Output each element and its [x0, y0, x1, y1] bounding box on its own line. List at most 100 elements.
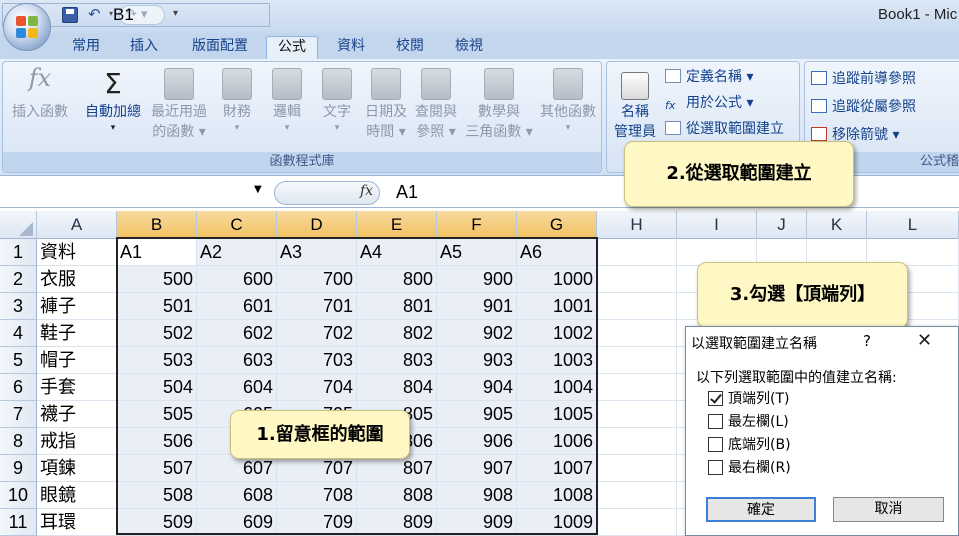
- tab-review[interactable]: 校閱: [386, 36, 434, 59]
- office-button[interactable]: [3, 3, 51, 51]
- cell[interactable]: 704: [277, 374, 357, 401]
- row-header[interactable]: 11: [0, 509, 37, 536]
- financial-button[interactable]: 財務 ▾: [215, 68, 259, 134]
- option-bottom-row[interactable]: 底端列(B): [708, 437, 791, 453]
- row-header[interactable]: 6: [0, 374, 37, 401]
- date-time-button[interactable]: 日期及 時間 ▾: [361, 68, 411, 142]
- cell[interactable]: [597, 293, 677, 320]
- cell[interactable]: A6: [517, 239, 597, 266]
- help-icon[interactable]: ?: [863, 332, 871, 350]
- column-header[interactable]: D: [277, 211, 357, 239]
- checkbox-left-column[interactable]: [708, 414, 723, 429]
- cell[interactable]: 1003: [517, 347, 597, 374]
- row-header[interactable]: 3: [0, 293, 37, 320]
- cell[interactable]: 604: [197, 374, 277, 401]
- cell[interactable]: [597, 509, 677, 536]
- cell[interactable]: A4: [357, 239, 437, 266]
- checkbox-top-row[interactable]: [708, 391, 723, 406]
- use-in-formula-button[interactable]: fx 用於公式 ▾: [665, 94, 753, 112]
- column-header[interactable]: B: [117, 211, 197, 239]
- close-icon[interactable]: ✕: [917, 330, 932, 351]
- cell[interactable]: 500: [117, 266, 197, 293]
- logical-button[interactable]: 邏輯 ▾: [265, 68, 309, 134]
- cell[interactable]: 905: [437, 401, 517, 428]
- cell[interactable]: 702: [277, 320, 357, 347]
- select-all-corner[interactable]: [0, 211, 37, 239]
- column-header[interactable]: J: [757, 211, 807, 239]
- cell[interactable]: A5: [437, 239, 517, 266]
- cell[interactable]: 項鍊: [37, 455, 117, 482]
- column-header[interactable]: E: [357, 211, 437, 239]
- row-header[interactable]: 8: [0, 428, 37, 455]
- text-button[interactable]: 文字 ▾: [315, 68, 359, 134]
- cell[interactable]: 802: [357, 320, 437, 347]
- cancel-button[interactable]: 取消: [833, 497, 944, 522]
- row-header[interactable]: 5: [0, 347, 37, 374]
- column-header[interactable]: I: [677, 211, 757, 239]
- lookup-reference-button[interactable]: 查閱與 參照 ▾: [411, 68, 461, 142]
- cell[interactable]: 507: [117, 455, 197, 482]
- cell[interactable]: 1009: [517, 509, 597, 536]
- name-manager-button[interactable]: 名稱 管理員: [611, 72, 659, 142]
- cell[interactable]: [597, 455, 677, 482]
- cell[interactable]: [597, 320, 677, 347]
- tab-data[interactable]: 資料: [327, 36, 375, 59]
- column-header[interactable]: A: [37, 211, 117, 239]
- cell[interactable]: 603: [197, 347, 277, 374]
- cell[interactable]: [597, 347, 677, 374]
- column-header[interactable]: K: [807, 211, 867, 239]
- cell[interactable]: 803: [357, 347, 437, 374]
- cell[interactable]: 804: [357, 374, 437, 401]
- cell[interactable]: 809: [357, 509, 437, 536]
- cell[interactable]: [597, 428, 677, 455]
- cell[interactable]: [597, 401, 677, 428]
- cell[interactable]: 600: [197, 266, 277, 293]
- cell[interactable]: 509: [117, 509, 197, 536]
- cell[interactable]: 1007: [517, 455, 597, 482]
- cell[interactable]: 耳環: [37, 509, 117, 536]
- row-header[interactable]: 4: [0, 320, 37, 347]
- column-header[interactable]: L: [867, 211, 959, 239]
- cell[interactable]: 504: [117, 374, 197, 401]
- cell[interactable]: 508: [117, 482, 197, 509]
- row-header[interactable]: 2: [0, 266, 37, 293]
- option-left-column[interactable]: 最左欄(L): [708, 414, 789, 430]
- column-header[interactable]: F: [437, 211, 517, 239]
- cell[interactable]: 601: [197, 293, 277, 320]
- cell[interactable]: 眼鏡: [37, 482, 117, 509]
- cell[interactable]: [597, 482, 677, 509]
- column-header[interactable]: G: [517, 211, 597, 239]
- cell[interactable]: 907: [437, 455, 517, 482]
- row-header[interactable]: 1: [0, 239, 37, 266]
- cell[interactable]: [597, 266, 677, 293]
- name-box-dropdown-icon[interactable]: ▼: [254, 184, 262, 195]
- recently-used-button[interactable]: 最近用過 的函數 ▾: [147, 68, 211, 142]
- cell[interactable]: 1008: [517, 482, 597, 509]
- cell[interactable]: [597, 239, 677, 266]
- cell[interactable]: 807: [357, 455, 437, 482]
- tab-view[interactable]: 檢視: [445, 36, 493, 59]
- cell[interactable]: 703: [277, 347, 357, 374]
- option-right-column[interactable]: 最右欄(R): [708, 460, 791, 476]
- cell[interactable]: 505: [117, 401, 197, 428]
- cell[interactable]: 戒指: [37, 428, 117, 455]
- cell[interactable]: 資料: [37, 239, 117, 266]
- autosum-button[interactable]: Σ 自動加總 ▾: [81, 68, 145, 134]
- cell[interactable]: 902: [437, 320, 517, 347]
- cell[interactable]: 609: [197, 509, 277, 536]
- option-top-row[interactable]: 頂端列(T): [708, 391, 789, 407]
- cell[interactable]: 908: [437, 482, 517, 509]
- cell[interactable]: 帽子: [37, 347, 117, 374]
- insert-function-button[interactable]: fx 插入函數: [7, 66, 73, 122]
- cell[interactable]: 1006: [517, 428, 597, 455]
- cell[interactable]: 700: [277, 266, 357, 293]
- cell[interactable]: 801: [357, 293, 437, 320]
- row-header[interactable]: 9: [0, 455, 37, 482]
- cell[interactable]: 1004: [517, 374, 597, 401]
- row-header[interactable]: 7: [0, 401, 37, 428]
- column-header[interactable]: H: [597, 211, 677, 239]
- cell[interactable]: 903: [437, 347, 517, 374]
- cell[interactable]: 襪子: [37, 401, 117, 428]
- trace-dependents-button[interactable]: 追蹤從屬參照: [811, 98, 916, 116]
- cell[interactable]: 900: [437, 266, 517, 293]
